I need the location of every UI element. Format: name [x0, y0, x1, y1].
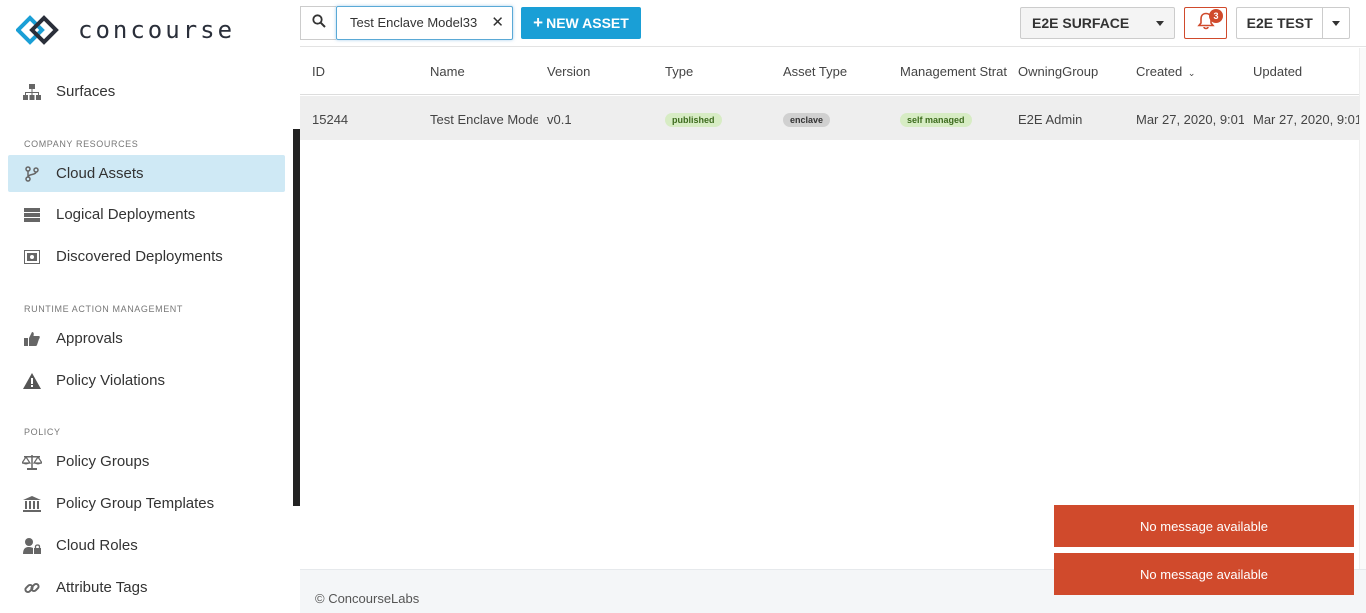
sidebar-item-label: Policy Group Templates	[56, 495, 215, 512]
column-header-version[interactable]: Version	[547, 64, 590, 79]
cell-owning-group: E2E Admin	[1018, 112, 1083, 127]
discovered-icon	[22, 247, 42, 267]
column-header-name[interactable]: Name	[430, 64, 465, 79]
main-scrollbar[interactable]	[1359, 48, 1366, 613]
notifications-button[interactable]: 3	[1184, 7, 1227, 39]
table-row[interactable]: 15244 Test Enclave Mode v0.1 published e…	[300, 96, 1359, 140]
user-menu-toggle[interactable]	[1322, 8, 1349, 38]
sidebar-item-cloud-roles[interactable]: Cloud Roles	[8, 527, 285, 564]
cell-name: Test Enclave Mode	[430, 112, 538, 127]
assets-table-header: ID Name Version Type Asset Type Manageme…	[300, 48, 1359, 95]
clear-search-icon[interactable]: ✕	[491, 7, 504, 39]
sidebar-item-label: Policy Groups	[56, 453, 150, 470]
sidebar-item-policy-group-templates[interactable]: Policy Group Templates	[8, 485, 285, 522]
server-icon	[22, 205, 42, 225]
new-asset-label: NEW ASSET	[546, 15, 629, 31]
sort-desc-icon: ⌄	[1187, 68, 1196, 78]
sidebar-item-label: Approvals	[56, 330, 123, 347]
sidebar-item-label: Cloud Assets	[56, 165, 144, 182]
brand-name: concourse	[78, 16, 236, 44]
sidebar-item-label: Cloud Roles	[56, 537, 138, 554]
warning-icon	[22, 371, 42, 391]
caret-down-icon	[1332, 21, 1341, 26]
sidebar-item-discovered-deployments[interactable]: Discovered Deployments	[8, 238, 285, 275]
column-header-created[interactable]: Created ⌄	[1136, 64, 1195, 79]
sidebar-item-policy-groups[interactable]: Policy Groups	[8, 443, 285, 480]
cell-created: Mar 27, 2020, 9:01	[1136, 112, 1244, 127]
management-badge: self managed	[900, 113, 972, 127]
sidebar-item-label: Policy Violations	[56, 372, 165, 389]
sidebar-item-logical-deployments[interactable]: Logical Deployments	[8, 196, 285, 233]
asset-type-badge: enclave	[783, 113, 831, 127]
thumbs-up-icon	[22, 329, 42, 349]
sidebar-item-attribute-tags[interactable]: Attribute Tags	[8, 569, 285, 606]
university-icon	[22, 494, 42, 514]
column-header-created-label: Created	[1136, 64, 1183, 79]
user-lock-icon	[22, 536, 42, 556]
concourse-logo-icon	[16, 15, 59, 45]
search-input-value: Test Enclave Model33	[350, 15, 478, 30]
balance-scale-icon	[22, 452, 42, 472]
error-toast[interactable]: No message available	[1054, 505, 1354, 547]
sidebar-item-policy-violations[interactable]: Policy Violations	[8, 362, 285, 399]
new-asset-button[interactable]: + NEW ASSET	[521, 7, 641, 39]
column-header-type[interactable]: Type	[665, 64, 693, 79]
notification-count-badge: 3	[1209, 9, 1223, 23]
surface-selector[interactable]: E2E SURFACE	[1020, 7, 1175, 39]
error-toast[interactable]: No message available	[1054, 553, 1354, 595]
column-header-owning-group[interactable]: OwningGroup	[1018, 64, 1098, 79]
sidebar-item-label: Logical Deployments	[56, 206, 196, 223]
brand-logo[interactable]: concourse	[16, 12, 235, 48]
column-header-updated[interactable]: Updated	[1253, 64, 1302, 79]
sidebar-item-surfaces[interactable]: Surfaces	[8, 73, 285, 110]
sidebar-item-label: Discovered Deployments	[56, 248, 223, 265]
user-label: E2E TEST	[1246, 15, 1313, 31]
type-badge: published	[665, 113, 722, 127]
sidebar-item-cloud-assets[interactable]: Cloud Assets	[8, 155, 285, 192]
sidebar-scrollbar[interactable]	[293, 129, 300, 506]
cell-updated: Mar 27, 2020, 9:01	[1253, 112, 1359, 127]
section-label-runtime: RUNTIME ACTION MANAGEMENT	[24, 304, 184, 314]
copyright-text: © ConcourseLabs	[315, 591, 420, 606]
sidebar-item-label: Attribute Tags	[56, 579, 148, 596]
cell-id: 15244	[312, 112, 349, 127]
sidebar: concourse Surfaces COMPANY RESOURCES Clo…	[0, 0, 300, 613]
surface-selected-label: E2E SURFACE	[1032, 15, 1130, 31]
search-icon	[311, 13, 326, 33]
cell-version: v0.1	[547, 112, 572, 127]
plus-icon: +	[533, 13, 544, 32]
sidebar-item-approvals[interactable]: Approvals	[8, 320, 285, 357]
code-branch-icon	[22, 164, 42, 184]
sitemap-icon	[22, 82, 42, 102]
section-label-policy: POLICY	[24, 427, 61, 437]
column-header-asset-type[interactable]: Asset Type	[783, 64, 847, 79]
column-header-management[interactable]: Management Strat	[900, 64, 1008, 79]
user-menu[interactable]: E2E TEST	[1236, 7, 1350, 39]
caret-down-icon	[1156, 21, 1164, 26]
search-input[interactable]: Test Enclave Model33 ✕	[336, 6, 513, 40]
section-label-company-resources: COMPANY RESOURCES	[24, 139, 139, 149]
link-icon	[22, 578, 42, 598]
sidebar-item-label: Surfaces	[56, 83, 116, 100]
column-header-id[interactable]: ID	[312, 64, 325, 79]
search-button[interactable]	[300, 6, 336, 40]
top-toolbar: Test Enclave Model33 ✕ + NEW ASSET E2E S…	[300, 0, 1366, 47]
